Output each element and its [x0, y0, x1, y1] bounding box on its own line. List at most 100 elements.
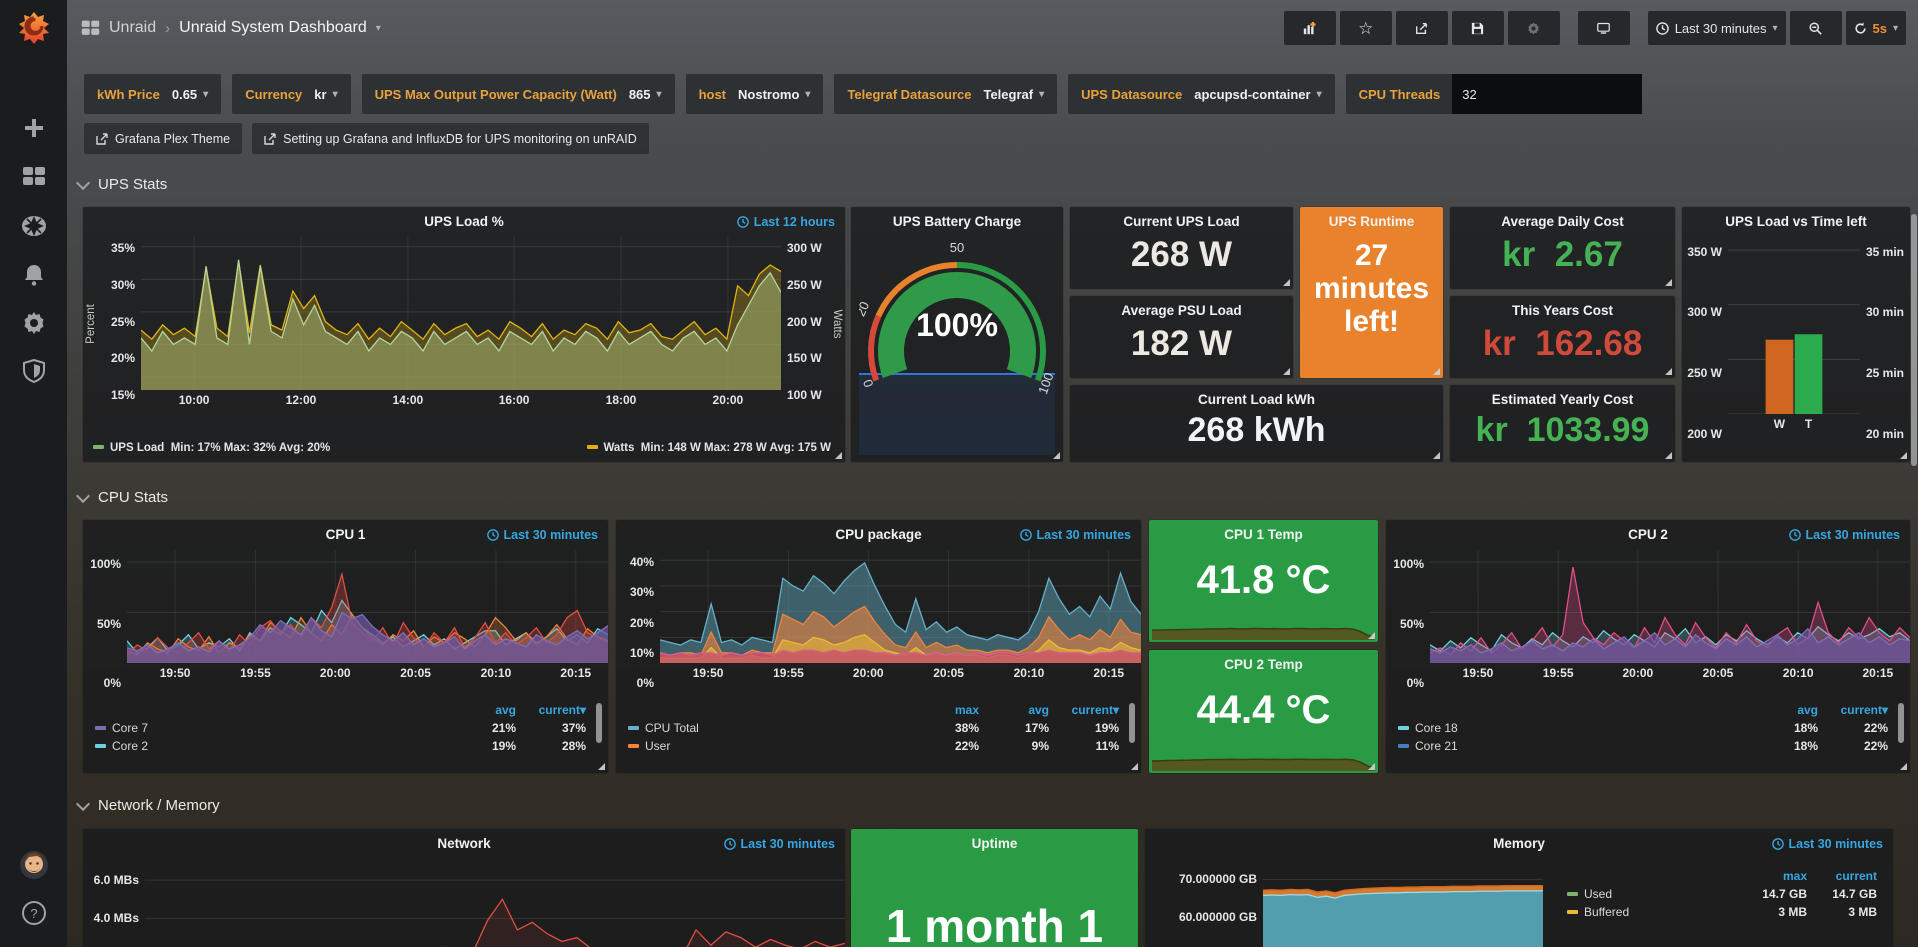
panel-title[interactable]: CPU 2 Temp [1149, 657, 1378, 672]
legend-table[interactable]: avgcurrent▾Core 721%37%Core 219%28% [95, 703, 586, 765]
explore-compass-icon[interactable] [0, 206, 67, 246]
legend-table[interactable]: avgcurrent▾Core 1818%22%Core 2118%22% [1398, 703, 1888, 765]
panel-time-range[interactable]: Last 12 hours [737, 215, 835, 229]
legend-item[interactable]: UPS Load Min: 17% Max: 32% Avg: 20% [93, 442, 330, 454]
resize-handle[interactable] [1368, 763, 1375, 770]
share-button[interactable] [1396, 11, 1448, 45]
legend-series-name[interactable]: Core 21 [1398, 739, 1748, 753]
panel-title[interactable]: This Years Cost [1450, 303, 1675, 318]
resize-handle[interactable] [1433, 452, 1440, 459]
configuration-gear-icon[interactable] [0, 303, 67, 343]
panel-this-years-cost[interactable]: This Years Cost kr 162.68 [1450, 296, 1675, 378]
legend-table[interactable]: maxavgcurrent▾CPU Total38%17%19%User22%9… [628, 703, 1119, 765]
panel-ups-battery-gauge[interactable]: UPS Battery Charge 02050100 100% [851, 207, 1063, 462]
plot-area[interactable] [141, 237, 781, 390]
panel-title[interactable]: Current Load kWh [1070, 392, 1443, 407]
dashboards-icon[interactable] [0, 157, 67, 197]
resize-handle[interactable] [1283, 368, 1290, 375]
panel-average-psu-load[interactable]: Average PSU Load 182 W [1070, 296, 1293, 378]
variable-value-dropdown[interactable]: kr▾ [314, 87, 337, 102]
legend-series-name[interactable]: Used [1567, 887, 1737, 901]
legend-series-name[interactable]: CPU Total [628, 721, 909, 735]
time-range-picker[interactable]: Last 30 minutes ▾ [1648, 11, 1786, 45]
resize-handle[interactable] [1665, 452, 1672, 459]
resize-handle[interactable] [1053, 452, 1060, 459]
link-grafana-plex-theme[interactable]: Grafana Plex Theme [84, 123, 242, 154]
row-header-network-memory[interactable]: Network / Memory [78, 797, 220, 814]
legend-series-name[interactable]: Buffered [1567, 905, 1737, 919]
resize-handle[interactable] [1900, 763, 1907, 770]
save-button[interactable] [1452, 11, 1504, 45]
resize-handle[interactable] [1900, 452, 1907, 459]
refresh-picker[interactable]: 5s ▾ [1846, 11, 1907, 45]
legend-column-header[interactable]: max [909, 703, 979, 717]
zoom-out-button[interactable] [1790, 11, 1842, 45]
resize-handle[interactable] [1368, 632, 1375, 639]
chevron-down-icon[interactable]: ▾ [376, 23, 381, 34]
row-header-ups-stats[interactable]: UPS Stats [78, 176, 167, 193]
legend-scrollbar[interactable] [1898, 703, 1904, 743]
panel-cpu-package-graph[interactable]: CPU package Last 30 minutes 40%30%20%10%… [616, 520, 1141, 773]
legend-column-header[interactable]: current▾ [516, 703, 586, 717]
panel-uptime[interactable]: Uptime 1 month 1 [851, 829, 1138, 947]
dashboard-settings-button[interactable] [1508, 11, 1560, 45]
panel-average-daily-cost[interactable]: Average Daily Cost kr 2.67 [1450, 207, 1675, 289]
panel-title[interactable]: CPU 1 Temp [1149, 527, 1378, 542]
variable-value-dropdown[interactable]: 0.65▾ [172, 87, 208, 102]
variable-value-dropdown[interactable]: Nostromo▾ [738, 87, 810, 102]
panel-network-graph[interactable]: Network Last 30 minutes 6.0 MBs4.0 MBs2.… [83, 829, 845, 947]
variable-value-dropdown[interactable]: 865▾ [629, 87, 662, 102]
resize-handle[interactable] [1283, 279, 1290, 286]
plot-area[interactable] [1728, 237, 1860, 414]
page-scrollbar[interactable] [1911, 214, 1917, 466]
panel-title[interactable]: UPS Battery Charge [851, 214, 1063, 229]
panel-current-ups-load[interactable]: Current UPS Load 268 W [1070, 207, 1293, 289]
panel-ups-runtime[interactable]: UPS Runtime 27 minutes left! [1300, 207, 1443, 378]
panel-title[interactable]: Current UPS Load [1070, 214, 1293, 229]
row-header-cpu-stats[interactable]: CPU Stats [78, 489, 168, 506]
legend-series-name[interactable]: Core 2 [95, 739, 446, 753]
link-ups-monitoring-guide[interactable]: Setting up Grafana and InfluxDB for UPS … [252, 123, 649, 154]
panel-time-range[interactable]: Last 30 minutes [487, 528, 598, 542]
panel-cpu1-temp[interactable]: CPU 1 Temp 41.8 °C [1149, 520, 1378, 642]
panel-title[interactable]: Uptime [851, 836, 1138, 851]
grafana-logo-icon[interactable] [0, 6, 67, 50]
resize-handle[interactable] [1665, 279, 1672, 286]
legend-column-header[interactable]: current▾ [1818, 703, 1888, 717]
alerting-bell-icon[interactable] [0, 255, 67, 295]
legend-column-header[interactable]: current▾ [1049, 703, 1119, 717]
panel-current-load-kwh[interactable]: Current Load kWh 268 kWh [1070, 385, 1443, 462]
graph-legend[interactable]: UPS Load Min: 17% Max: 32% Avg: 20% Watts… [93, 442, 831, 454]
legend-column-header[interactable]: current [1807, 869, 1877, 883]
panel-time-range[interactable]: Last 30 minutes [1789, 528, 1900, 542]
cpu-threads-input[interactable] [1452, 74, 1642, 114]
breadcrumb[interactable]: Unraid › Unraid System Dashboard ▾ [81, 19, 381, 38]
star-button[interactable]: ☆ [1340, 11, 1392, 45]
panel-cpu2-graph[interactable]: CPU 2 Last 30 minutes 100%50%0% 19:5019:… [1386, 520, 1910, 773]
panel-time-range[interactable]: Last 30 minutes [724, 837, 835, 851]
legend-item[interactable]: Watts Min: 148 W Max: 278 W Avg: 175 W [587, 442, 832, 454]
legend-series-name[interactable]: Core 7 [95, 721, 446, 735]
help-icon[interactable]: ? [0, 893, 67, 933]
user-avatar[interactable] [0, 845, 67, 885]
panel-estimated-yearly-cost[interactable]: Estimated Yearly Cost kr 1033.99 [1450, 385, 1675, 462]
breadcrumb-app[interactable]: Unraid [109, 19, 156, 37]
variable-value-dropdown[interactable]: apcupsd-container▾ [1194, 87, 1321, 102]
plot-area[interactable] [660, 550, 1141, 663]
resize-handle[interactable] [598, 763, 605, 770]
panel-cpu2-temp[interactable]: CPU 2 Temp 44.4 °C [1149, 650, 1378, 773]
resize-handle[interactable] [1665, 368, 1672, 375]
plot-area[interactable] [1430, 550, 1910, 663]
panel-title[interactable]: Estimated Yearly Cost [1450, 392, 1675, 407]
panel-time-range[interactable]: Last 30 minutes [1020, 528, 1131, 542]
panel-ups-load-graph[interactable]: UPS Load % Last 12 hours Percent 35%30%2… [83, 207, 845, 462]
plot-area[interactable] [127, 550, 608, 663]
resize-handle[interactable] [1131, 763, 1138, 770]
panel-memory-graph[interactable]: Memory Last 30 minutes 70.000000 GB60.00… [1145, 829, 1893, 947]
dashboard-title[interactable]: Unraid System Dashboard [179, 19, 367, 37]
panel-cpu1-graph[interactable]: CPU 1 Last 30 minutes 100%50%0% 19:5019:… [83, 520, 608, 773]
legend-column-header[interactable]: avg [446, 703, 516, 717]
legend-series-name[interactable]: Core 18 [1398, 721, 1748, 735]
panel-title[interactable]: UPS Load vs Time left [1682, 214, 1910, 229]
legend-series-name[interactable]: UPS Load [110, 442, 164, 454]
